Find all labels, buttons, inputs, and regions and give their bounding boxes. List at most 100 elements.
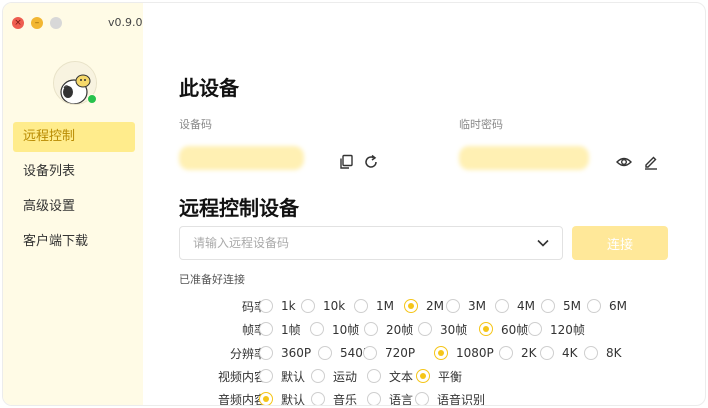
- video-content-option[interactable]: 文本: [367, 366, 413, 386]
- radio-icon[interactable]: [541, 299, 555, 313]
- audio-content-option[interactable]: 音乐: [311, 389, 358, 406]
- minimize-button[interactable]: –: [31, 17, 43, 29]
- sidebar-item-remote-control[interactable]: 远程控制: [13, 122, 135, 152]
- radio-icon[interactable]: [415, 392, 429, 405]
- radio-icon[interactable]: [434, 346, 448, 360]
- refresh-button[interactable]: [362, 153, 380, 171]
- resolution-option[interactable]: 1080P: [434, 343, 494, 363]
- bitrate-option-label: 1M: [376, 299, 394, 313]
- framerate-option-label: 1帧: [281, 322, 301, 337]
- radio-icon[interactable]: [495, 299, 509, 313]
- copy-button[interactable]: [337, 153, 355, 171]
- radio-icon[interactable]: [259, 299, 273, 313]
- framerate-option[interactable]: 20帧: [364, 319, 413, 339]
- radio-icon[interactable]: [311, 369, 325, 383]
- bitrate-option[interactable]: 1M: [354, 296, 394, 316]
- bitrate-option[interactable]: 4M: [495, 296, 535, 316]
- show-password-button[interactable]: [615, 153, 633, 171]
- audio-content-option[interactable]: 语音识别: [415, 389, 486, 406]
- radio-icon[interactable]: [446, 299, 460, 313]
- framerate-option-label: 10帧: [332, 322, 360, 337]
- video-content-option[interactable]: 平衡: [416, 366, 462, 386]
- main-panel: 此设备 设备码 临时密码 远程控制设备 请输入远程设备码 连接 已准备好连接 码…: [143, 3, 705, 405]
- radio-icon[interactable]: [418, 322, 432, 336]
- audio-content-option[interactable]: 默认: [259, 389, 305, 405]
- remote-device-code-input[interactable]: [180, 227, 510, 259]
- framerate-option-label: 30帧: [440, 322, 468, 337]
- resolution-option[interactable]: 360P: [259, 343, 311, 363]
- radio-icon[interactable]: [367, 369, 381, 383]
- remote-device-code-select[interactable]: [179, 226, 563, 260]
- radio-icon[interactable]: [479, 322, 493, 336]
- maximize-button[interactable]: [50, 17, 62, 29]
- bitrate-label: 码率:: [241, 300, 270, 314]
- bitrate-option-label: 6M: [609, 299, 627, 313]
- radio-icon[interactable]: [499, 346, 513, 360]
- close-button[interactable]: ×: [12, 17, 24, 29]
- radio-icon[interactable]: [540, 346, 554, 360]
- video-content-option[interactable]: 默认: [259, 366, 305, 386]
- radio-icon[interactable]: [311, 392, 325, 405]
- resolution-option-label: 4K: [562, 346, 578, 360]
- bitrate-option[interactable]: 10k: [301, 296, 345, 316]
- chevron-down-icon[interactable]: [536, 236, 550, 250]
- sidebar-nav: 远程控制 设备列表 高级设置 客户端下载: [13, 122, 135, 262]
- radio-icon[interactable]: [584, 346, 598, 360]
- radio-icon[interactable]: [259, 369, 273, 383]
- radio-icon[interactable]: [404, 299, 418, 313]
- video-content-option-label: 文本: [389, 369, 414, 384]
- video-content-option[interactable]: 运动: [311, 366, 357, 386]
- framerate-option[interactable]: 60帧: [479, 319, 528, 339]
- audio-content-option[interactable]: 语言: [367, 389, 413, 405]
- video-content-option-label: 默认: [281, 369, 306, 384]
- radio-icon[interactable]: [363, 346, 377, 360]
- bitrate-option[interactable]: 1k: [259, 296, 296, 316]
- framerate-option[interactable]: 10帧: [310, 319, 359, 339]
- bitrate-option[interactable]: 3M: [446, 296, 486, 316]
- audio-content-label: 音频内容:: [217, 393, 270, 406]
- framerate-option[interactable]: 1帧: [259, 319, 301, 339]
- video-content-label: 视频内容:: [217, 370, 270, 384]
- sidebar-item-device-list[interactable]: 设备列表: [13, 157, 135, 187]
- sidebar: × – v0.9.0 远程控制 设备列表 高级设置 客户端下载: [3, 3, 143, 405]
- temp-password-label: 临时密码: [459, 118, 503, 131]
- resolution-option[interactable]: 8K: [584, 343, 622, 363]
- audio-content-option-label: 语音识别: [437, 392, 486, 406]
- bitrate-option-label: 10k: [323, 299, 346, 313]
- radio-icon[interactable]: [259, 322, 273, 336]
- radio-icon[interactable]: [364, 322, 378, 336]
- this-device-title: 此设备: [179, 76, 239, 100]
- connect-button[interactable]: 连接: [572, 226, 668, 260]
- minimize-icon: –: [34, 17, 40, 28]
- eye-icon: [616, 157, 632, 167]
- radio-icon[interactable]: [318, 346, 332, 360]
- resolution-option[interactable]: 2K: [499, 343, 537, 363]
- temp-password-value-masked: [459, 146, 589, 170]
- device-code-label: 设备码: [179, 118, 212, 131]
- radio-icon[interactable]: [528, 322, 542, 336]
- radio-icon[interactable]: [259, 392, 273, 405]
- resolution-option[interactable]: 720P: [363, 343, 415, 363]
- radio-icon[interactable]: [301, 299, 315, 313]
- bitrate-option[interactable]: 6M: [587, 296, 627, 316]
- window-controls: × –: [12, 17, 62, 29]
- radio-icon[interactable]: [259, 346, 273, 360]
- sidebar-item-client-download[interactable]: 客户端下载: [13, 227, 135, 257]
- radio-icon[interactable]: [416, 369, 430, 383]
- radio-icon[interactable]: [310, 322, 324, 336]
- bitrate-option[interactable]: 5M: [541, 296, 581, 316]
- framerate-option[interactable]: 30帧: [418, 319, 467, 339]
- bitrate-option-label: 4M: [517, 299, 535, 313]
- bitrate-option[interactable]: 2M: [404, 296, 444, 316]
- resolution-label: 分辨率:: [229, 347, 270, 361]
- framerate-option[interactable]: 120帧: [528, 319, 585, 339]
- radio-icon[interactable]: [367, 392, 381, 405]
- sidebar-item-advanced-settings[interactable]: 高级设置: [13, 192, 135, 222]
- online-status-dot: [87, 94, 97, 104]
- audio-content-option-label: 音乐: [333, 392, 358, 406]
- resolution-option[interactable]: 4K: [540, 343, 578, 363]
- resolution-option-label: 360P: [281, 346, 312, 360]
- radio-icon[interactable]: [587, 299, 601, 313]
- radio-icon[interactable]: [354, 299, 368, 313]
- edit-password-button[interactable]: [642, 153, 660, 171]
